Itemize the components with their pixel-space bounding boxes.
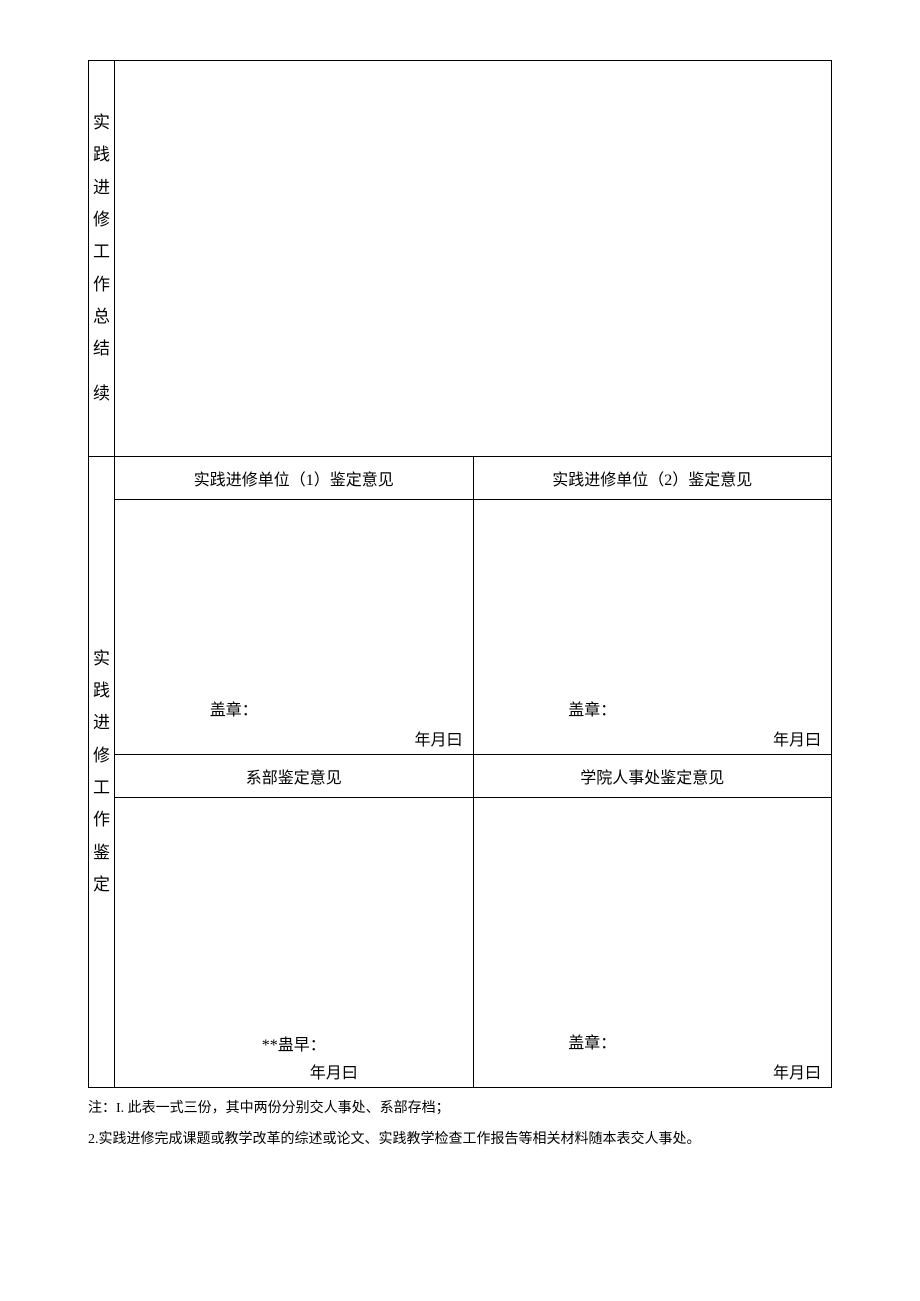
appraisal-label-3: 工作: [93, 772, 110, 837]
dept-opinion-body: **蛊早： 年月曰: [115, 798, 474, 1088]
unit1-stamp: 盖章：: [125, 696, 463, 720]
dept-date: 年月曰: [125, 1059, 463, 1083]
summary-label-3: 工作: [93, 236, 110, 301]
appraisal-label-cell: 实践 进修 工作 鉴定: [89, 457, 115, 1088]
summary-content-cell: [115, 61, 832, 457]
unit2-stamp: 盖章：: [484, 696, 822, 720]
appraisal-label-4: 鉴定: [93, 837, 110, 902]
hr-opinion-body: 盖章： 年月曰: [473, 798, 832, 1088]
unit2-opinion-header: 实践进修单位（2）鉴定意见: [473, 457, 832, 500]
unit2-opinion-body: 盖章： 年月曰: [473, 500, 832, 755]
unit1-date: 年月曰: [125, 726, 463, 750]
footer-notes: 注：I. 此表一式三份，其中两份分别交人事处、系部存档； 2.实践进修完成课题或…: [88, 1094, 832, 1156]
summary-label-4: 总结: [93, 301, 110, 366]
appraisal-label-2: 进修: [93, 707, 110, 772]
unit1-opinion-body: 盖章： 年月曰: [115, 500, 474, 755]
hr-stamp: 盖章：: [484, 1029, 822, 1053]
appraisal-label-1: 实践: [93, 643, 110, 708]
unit1-opinion-header: 实践进修单位（1）鉴定意见: [115, 457, 474, 500]
note-1: 注：I. 此表一式三份，其中两份分别交人事处、系部存档；: [88, 1094, 832, 1125]
note-2: 2.实践进修完成课题或教学改革的综述或论文、实践教学检查工作报告等相关材料随本表…: [88, 1125, 832, 1156]
summary-label-cell: 实践 进修 工作 总结 续: [89, 61, 115, 457]
form-table: 实践 进修 工作 总结 续 实践 进修 工作 鉴定 实践进修单位（1）鉴定意见 …: [88, 60, 832, 1088]
dept-opinion-header: 系部鉴定意见: [115, 755, 474, 798]
summary-label-2: 进修: [93, 172, 110, 237]
hr-date: 年月曰: [484, 1059, 822, 1083]
dept-stamp: **蛊早：: [125, 1031, 463, 1055]
summary-label-1: 实践: [93, 107, 110, 172]
hr-opinion-header: 学院人事处鉴定意见: [473, 755, 832, 798]
unit2-date: 年月曰: [484, 726, 822, 750]
summary-label-5: 续: [93, 378, 110, 410]
